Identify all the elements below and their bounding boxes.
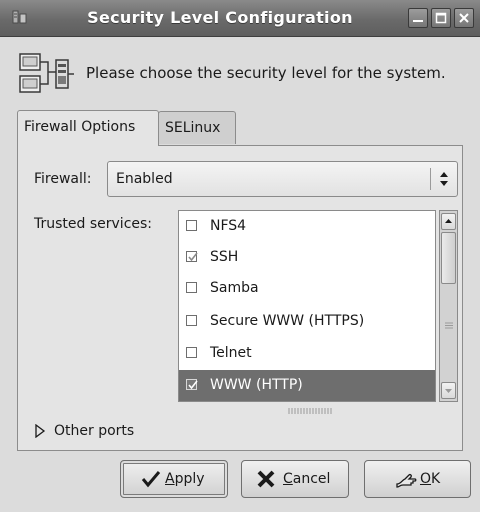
close-icon <box>257 470 275 488</box>
cancel-button[interactable]: Cancel <box>241 460 349 498</box>
list-item-samba[interactable]: Samba <box>179 273 435 304</box>
tab-selinux[interactable]: SELinux <box>158 111 236 144</box>
minimize-button[interactable] <box>408 8 428 28</box>
checkmark-icon <box>141 471 161 488</box>
arrow-down-icon <box>445 389 452 393</box>
list-item-telnet[interactable]: Telnet <box>179 338 435 369</box>
checkmark-icon <box>188 252 198 262</box>
scroll-up-button[interactable] <box>441 213 456 230</box>
title-bar[interactable]: Security Level Configuration <box>0 0 480 37</box>
apply-label: Apply <box>165 471 205 487</box>
checkbox[interactable] <box>186 379 198 390</box>
list-item-label: SSH <box>210 249 239 265</box>
checkbox[interactable] <box>186 220 197 231</box>
scroll-thumb[interactable] <box>441 232 456 284</box>
tab-label: SELinux <box>165 120 221 136</box>
checkbox[interactable] <box>186 315 197 326</box>
grip-icon <box>445 322 453 329</box>
triangle-right-icon <box>35 424 46 438</box>
list-item-ssh[interactable]: SSH <box>179 242 435 273</box>
checkbox[interactable] <box>186 251 198 262</box>
maximize-button[interactable] <box>431 8 451 28</box>
tab-label: Firewall Options <box>24 119 136 135</box>
pane-resize-grip[interactable] <box>287 408 333 414</box>
ok-button[interactable]: OK <box>364 460 471 498</box>
list-item-www[interactable]: WWW (HTTP) <box>179 370 435 401</box>
cancel-label: Cancel <box>283 471 331 487</box>
trusted-services-label: Trusted services: <box>34 216 153 232</box>
tab-firewall-options[interactable]: Firewall Options <box>17 110 159 146</box>
other-ports-label: Other ports <box>54 423 135 439</box>
checkbox[interactable] <box>186 347 197 358</box>
trusted-services-list[interactable]: NFS4 SSH Samba Secure WWW (HTTPS) Telnet… <box>178 210 436 402</box>
arrow-up-icon <box>445 219 452 223</box>
window-title: Security Level Configuration <box>87 8 353 27</box>
list-item-secure-www[interactable]: Secure WWW (HTTPS) <box>179 306 435 337</box>
list-item-label: NFS4 <box>210 218 247 234</box>
firewall-select[interactable]: Enabled <box>107 161 458 197</box>
security-level-dialog: Security Level Configuration Please choo… <box>0 0 480 512</box>
close-icon <box>459 13 469 23</box>
firewall-value: Enabled <box>116 171 173 187</box>
apply-button[interactable]: Apply <box>120 460 228 498</box>
list-item-label: Telnet <box>210 345 252 361</box>
checkbox[interactable] <box>186 282 197 293</box>
firewall-label: Firewall: <box>34 171 92 187</box>
close-button[interactable] <box>454 8 474 28</box>
header-description: Please choose the security level for the… <box>86 64 446 82</box>
ok-hand-icon <box>396 473 417 488</box>
list-scrollbar[interactable] <box>439 210 458 402</box>
network-computers-icon <box>19 53 74 93</box>
list-item-label: WWW (HTTP) <box>210 377 303 393</box>
maximize-icon <box>435 12 447 24</box>
minimize-icon <box>413 20 423 22</box>
combo-separator <box>430 168 431 190</box>
list-item-label: Secure WWW (HTTPS) <box>210 313 365 329</box>
scroll-down-button[interactable] <box>441 382 456 399</box>
list-item-nfs4[interactable]: NFS4 <box>179 211 435 242</box>
list-item-label: Samba <box>210 280 259 296</box>
updown-arrows-icon <box>440 172 448 186</box>
ok-label: OK <box>420 471 441 487</box>
checkmark-icon <box>188 380 198 390</box>
